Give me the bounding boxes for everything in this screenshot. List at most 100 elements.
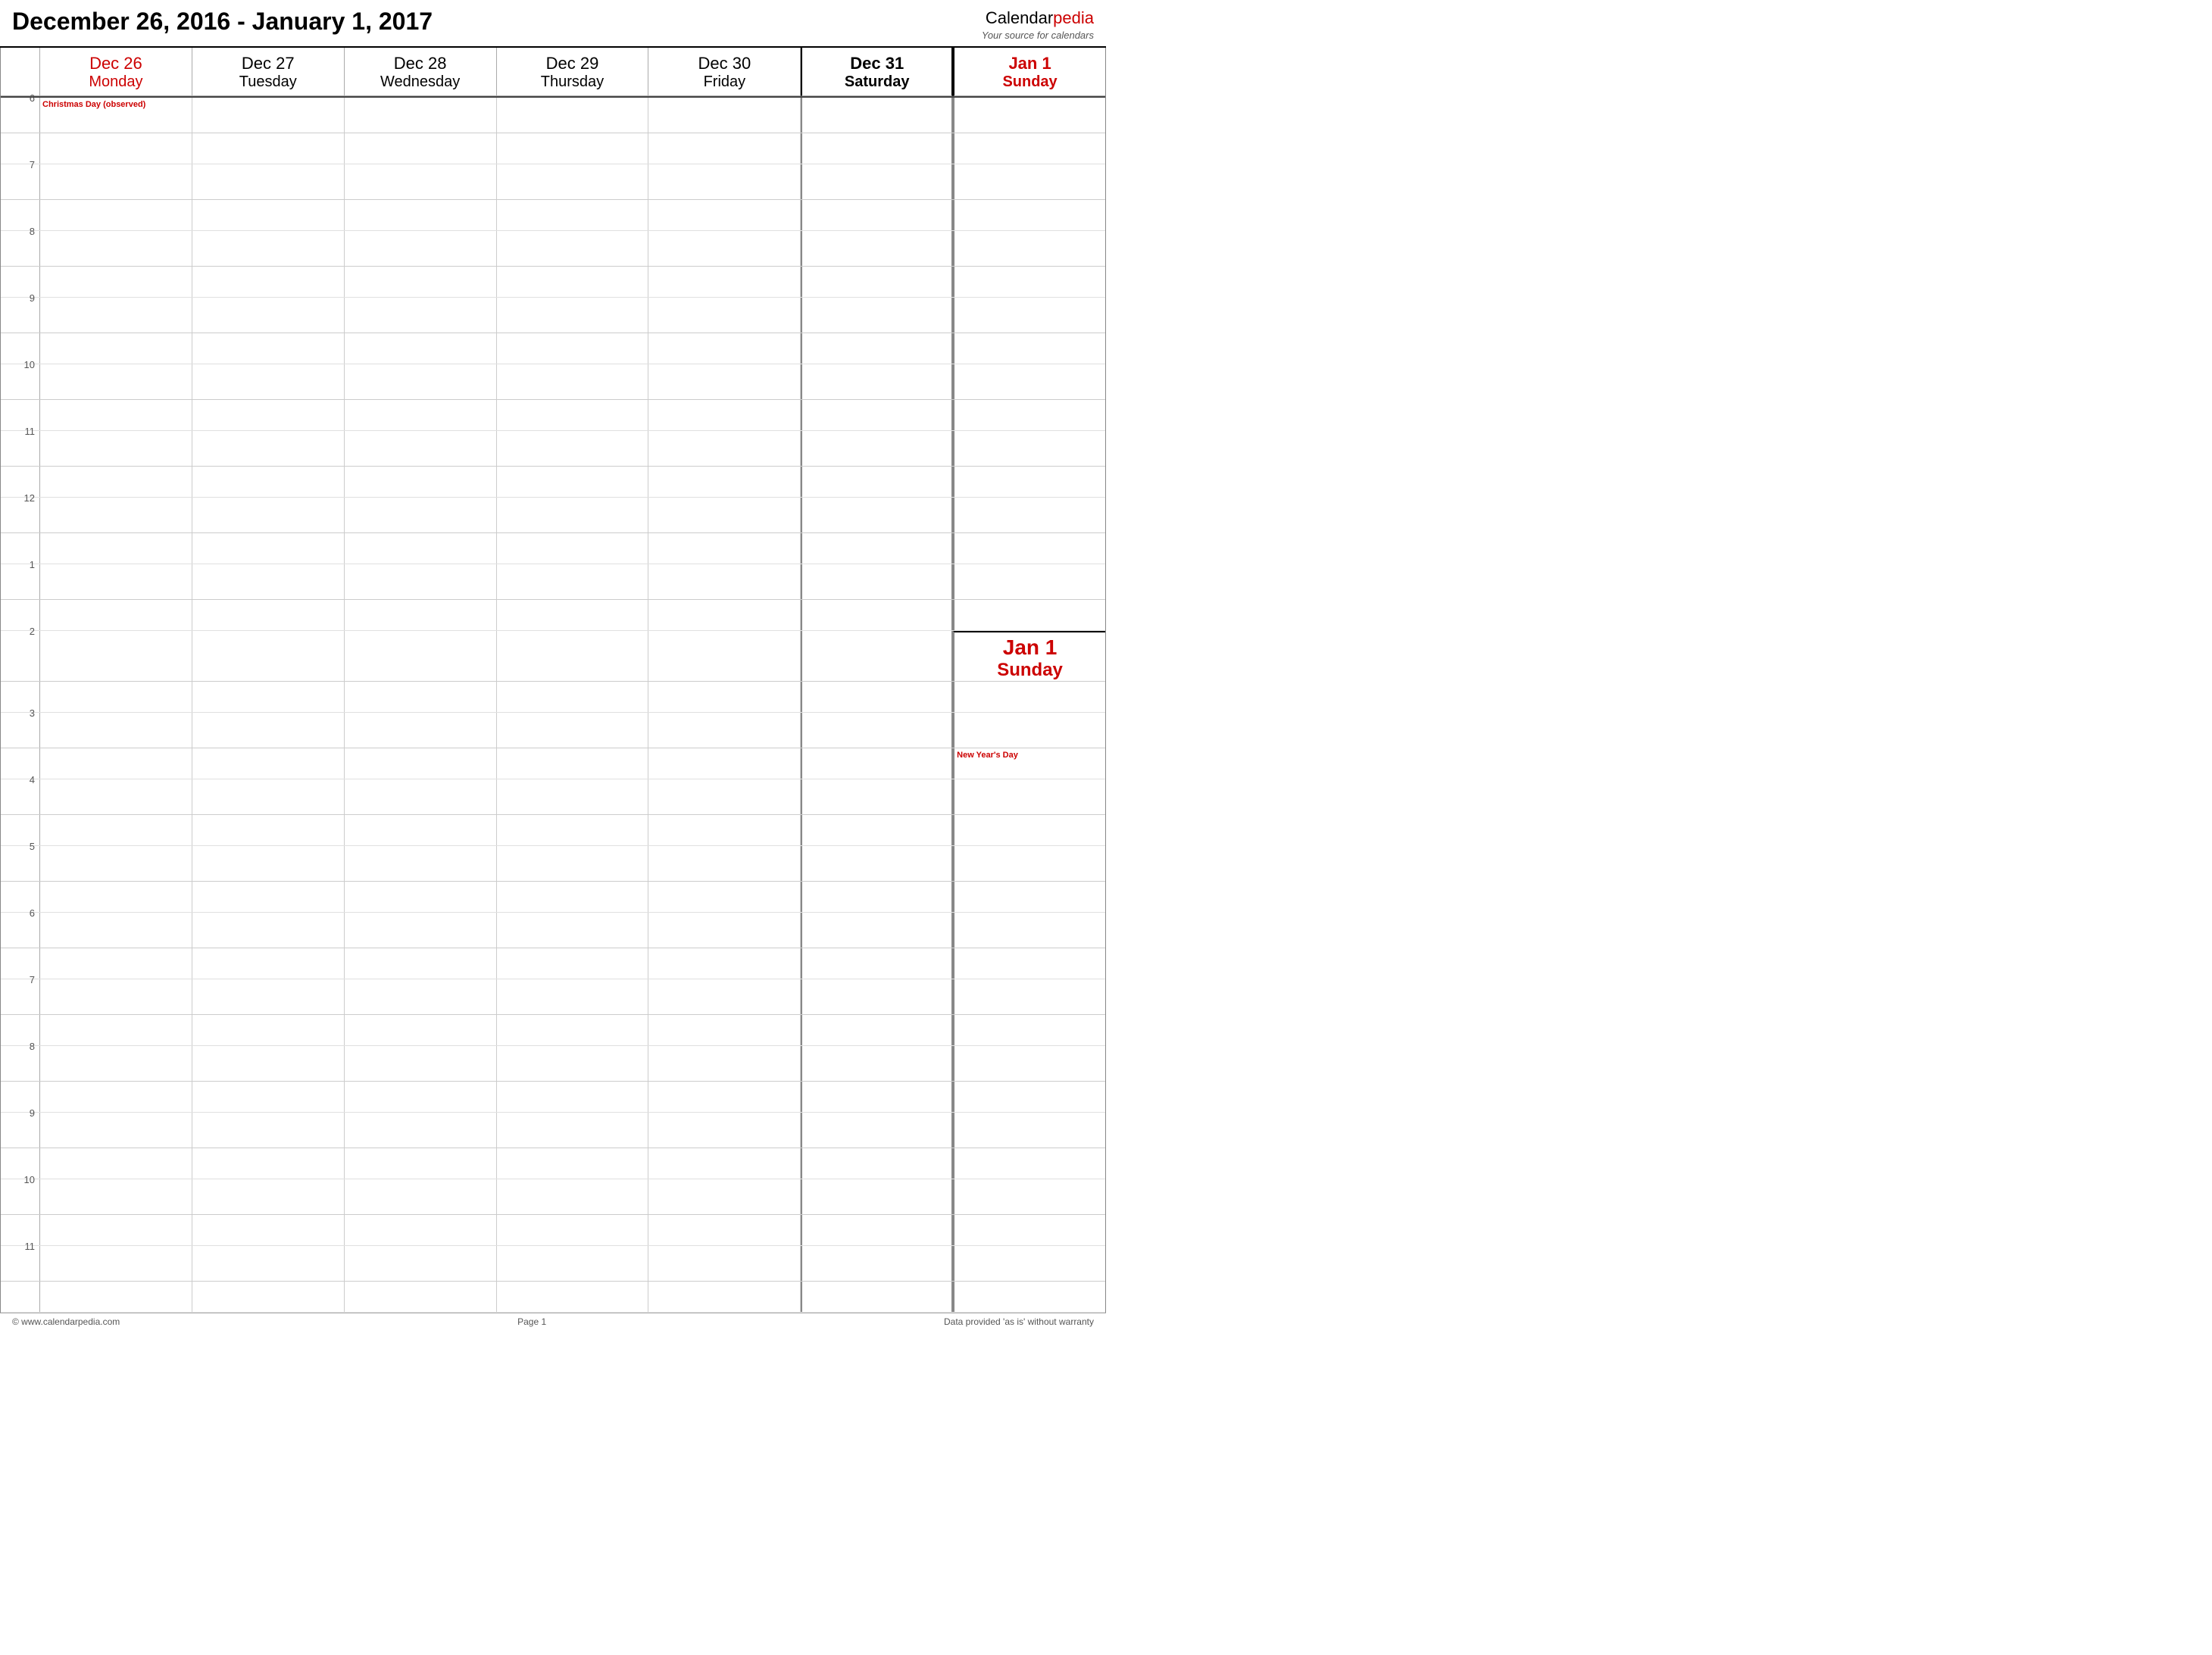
cell-row19-col3 <box>497 748 649 779</box>
time-row-19: New Year's Day <box>1 748 1105 779</box>
cell-row5-col5 <box>801 267 953 297</box>
time-label: 6 <box>1 913 40 948</box>
footer-center: Page 1 <box>120 1316 944 1327</box>
cell-row8-col2 <box>345 364 497 399</box>
saturday-dayname: Saturday <box>805 73 948 91</box>
time-row-9 <box>1 400 1105 431</box>
cell-row24-col0 <box>40 913 192 948</box>
cell-row29-col2 <box>345 1082 497 1112</box>
cell-row34-col4 <box>648 1246 801 1281</box>
cell-row23-col4 <box>648 882 801 912</box>
cell-row34-col5 <box>801 1246 953 1281</box>
cell-row11-col6 <box>953 467 1105 497</box>
cell-row30-col3 <box>497 1113 649 1148</box>
cell-row1-col5 <box>801 133 953 164</box>
day-header-row: Dec 26MondayDec 27TuesdayDec 28Wednesday… <box>1 48 1105 98</box>
day-header-monday: Dec 26Monday <box>40 48 192 96</box>
cell-row2-col3 <box>497 164 649 199</box>
cell-row3-col0 <box>40 200 192 230</box>
cell-row30-col2 <box>345 1113 497 1148</box>
time-row-15 <box>1 600 1105 631</box>
cell-row13-col0 <box>40 533 192 564</box>
cell-row26-col5 <box>801 979 953 1014</box>
cell-row15-col3 <box>497 600 649 630</box>
cell-row34-col0 <box>40 1246 192 1281</box>
time-row-14: 1 <box>1 564 1105 600</box>
cell-row29-col6 <box>953 1082 1105 1112</box>
cell-row1-col1 <box>192 133 345 164</box>
cell-row32-col0 <box>40 1179 192 1214</box>
cell-row16-col3 <box>497 631 649 681</box>
logo: Calendarpedia <box>982 8 1094 30</box>
cell-row30-col6 <box>953 1113 1105 1148</box>
cell-row1-col3 <box>497 133 649 164</box>
time-label-text: 11 <box>25 1241 36 1252</box>
time-label: 1 <box>1 564 40 599</box>
monday-dayname: Monday <box>43 73 189 91</box>
cell-row26-col4 <box>648 979 801 1014</box>
cell-row22-col6 <box>953 846 1105 881</box>
cell-row12-col4 <box>648 498 801 532</box>
cell-row25-col6 <box>953 948 1105 979</box>
cell-row25-col3 <box>497 948 649 979</box>
cell-row29-col3 <box>497 1082 649 1112</box>
cell-row14-col2 <box>345 564 497 599</box>
cell-row17-col6 <box>953 682 1105 712</box>
cell-row7-col0 <box>40 333 192 364</box>
cell-row8-col5 <box>801 364 953 399</box>
cell-row32-col4 <box>648 1179 801 1214</box>
time-row-17 <box>1 682 1105 713</box>
day-header-thursday: Dec 29Thursday <box>497 48 649 96</box>
time-label-text: 3 <box>30 707 35 719</box>
cell-row6-col4 <box>648 298 801 333</box>
cell-row26-col2 <box>345 979 497 1014</box>
cell-row1-col2 <box>345 133 497 164</box>
cell-row35-col4 <box>648 1282 801 1312</box>
cell-row4-col0 <box>40 231 192 266</box>
time-label-text: 6 <box>30 92 35 104</box>
cell-row27-col5 <box>801 1015 953 1045</box>
cell-row3-col2 <box>345 200 497 230</box>
cell-row22-col3 <box>497 846 649 881</box>
cell-row22-col0 <box>40 846 192 881</box>
cell-row10-col2 <box>345 431 497 466</box>
cell-row24-col4 <box>648 913 801 948</box>
cell-row31-col0 <box>40 1148 192 1179</box>
cell-row5-col6 <box>953 267 1105 297</box>
cell-row28-col0 <box>40 1046 192 1081</box>
cell-row7-col3 <box>497 333 649 364</box>
cell-row15-col5 <box>801 600 953 630</box>
cell-row21-col0 <box>40 815 192 845</box>
calendar-page: December 26, 2016 - January 1, 2017 Cale… <box>0 0 1106 1330</box>
cell-row35-col1 <box>192 1282 345 1312</box>
cell-row14-col0 <box>40 564 192 599</box>
cell-row33-col4 <box>648 1215 801 1245</box>
jan1-date: Jan 1 <box>954 632 1105 660</box>
cell-row16-col5 <box>801 631 953 681</box>
cell-row1-col0 <box>40 133 192 164</box>
cell-row4-col5 <box>801 231 953 266</box>
cell-row0-col2 <box>345 98 497 133</box>
cell-row3-col1 <box>192 200 345 230</box>
cell-row11-col1 <box>192 467 345 497</box>
time-row-27 <box>1 1015 1105 1046</box>
time-label-text: 5 <box>30 841 35 852</box>
page-title: December 26, 2016 - January 1, 2017 <box>12 8 433 36</box>
tuesday-dayname: Tuesday <box>195 73 341 91</box>
cell-row1-col6 <box>953 133 1105 164</box>
cell-row23-col0 <box>40 882 192 912</box>
cell-row9-col4 <box>648 400 801 430</box>
cell-row4-col1 <box>192 231 345 266</box>
cell-row21-col5 <box>801 815 953 845</box>
cell-row18-col2 <box>345 713 497 748</box>
cell-row9-col5 <box>801 400 953 430</box>
time-label-text: 2 <box>30 626 35 637</box>
calendar-grid: Dec 26MondayDec 27TuesdayDec 28Wednesday… <box>0 48 1106 1313</box>
christmas-holiday-label: Christmas Day (observed) <box>40 98 192 111</box>
cell-row15-col6 <box>953 600 1105 630</box>
cell-row18-col5 <box>801 713 953 748</box>
footer-left: © www.calendarpedia.com <box>12 1316 120 1327</box>
cell-row4-col4 <box>648 231 801 266</box>
time-row-33 <box>1 1215 1105 1246</box>
cell-row28-col3 <box>497 1046 649 1081</box>
